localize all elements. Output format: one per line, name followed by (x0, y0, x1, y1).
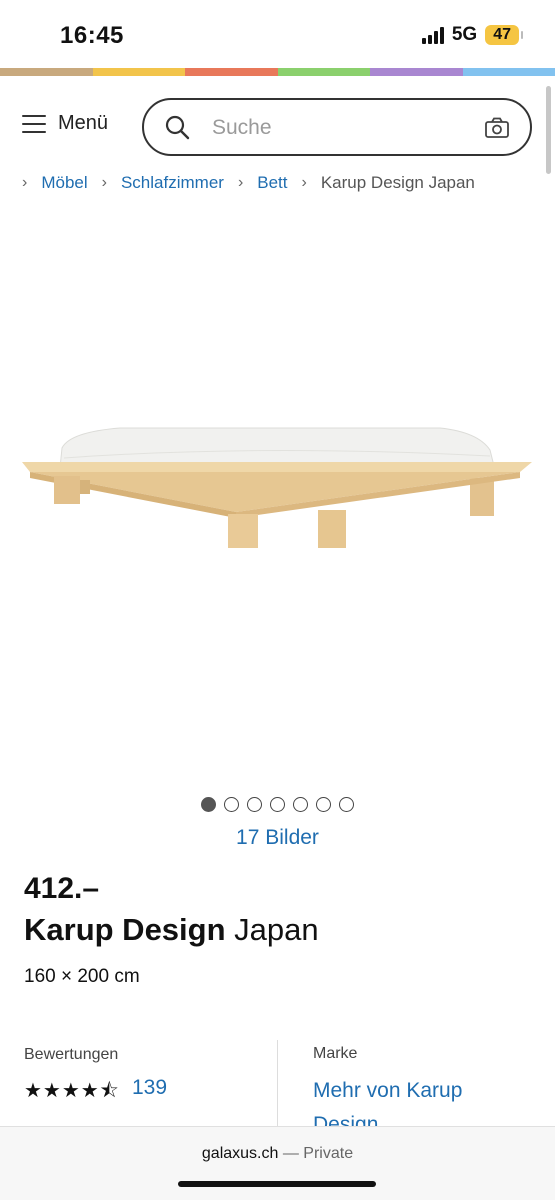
scrollbar[interactable] (546, 86, 551, 174)
breadcrumb-link[interactable]: Bett (257, 173, 287, 193)
product-image[interactable] (0, 200, 555, 780)
search-icon (165, 115, 190, 140)
camera-search-icon[interactable] (484, 116, 510, 140)
menu-button[interactable]: Menü (22, 112, 108, 135)
breadcrumb: › Möbel › Schlafzimmer › Bett › Karup De… (22, 170, 555, 196)
brand-color-strip (0, 68, 555, 76)
brand-more-link[interactable]: Mehr von Karup Design (313, 1074, 533, 1126)
pager-dot[interactable] (247, 797, 262, 812)
home-indicator[interactable] (178, 1181, 376, 1187)
product-model: Japan (234, 912, 319, 947)
search-placeholder: Suche (212, 116, 272, 139)
divider (277, 1040, 278, 1130)
breadcrumb-link[interactable]: Möbel (41, 173, 87, 193)
pager-dot[interactable] (270, 797, 285, 812)
color-segment (370, 68, 463, 76)
color-segment (462, 68, 555, 76)
site-header: Menü Suche (0, 76, 555, 178)
product-price: 412.– (24, 872, 100, 905)
status-indicators: 5G 47 (421, 24, 523, 46)
images-count-link[interactable]: 17 Bilder (0, 826, 555, 850)
gallery-pager (0, 797, 555, 815)
product-dimensions: 160 × 200 cm (24, 966, 140, 987)
product-brand: Karup Design (24, 912, 226, 947)
chevron-right-icon: › (301, 174, 307, 191)
hamburger-icon (22, 114, 46, 133)
pager-dot[interactable] (339, 797, 354, 812)
private-mode-label: — Private (282, 1145, 354, 1162)
color-segment (0, 68, 93, 76)
search-input[interactable]: Suche (142, 98, 532, 156)
signal-icon (421, 26, 444, 44)
color-segment (92, 68, 185, 76)
pager-dot[interactable] (316, 797, 331, 812)
chevron-right-icon: › (101, 174, 107, 191)
pager-dot[interactable] (201, 797, 216, 812)
brand-label: Marke (313, 1045, 358, 1062)
breadcrumb-current: Karup Design Japan (320, 173, 475, 192)
status-bar: 16:45 5G 47 (0, 0, 555, 68)
breadcrumb-link[interactable]: Schlafzimmer (121, 173, 224, 193)
menu-label: Menü (58, 112, 109, 134)
url-domain: galaxus.ch (201, 1145, 279, 1162)
color-segment (185, 68, 278, 76)
color-segment (277, 68, 370, 76)
pager-dot[interactable] (293, 797, 308, 812)
chevron-right-icon: › (22, 174, 28, 191)
chevron-right-icon: › (237, 174, 244, 191)
status-time: 16:45 (60, 22, 124, 49)
network-type: 5G (451, 24, 478, 45)
ratings-label: Bewertungen (24, 1046, 119, 1063)
pager-dot[interactable] (224, 797, 239, 812)
rating-count-link[interactable]: 139 (132, 1076, 167, 1100)
url-display[interactable]: galaxus.ch — Private (0, 1145, 555, 1163)
browser-address-bar[interactable]: galaxus.ch — Private (0, 1126, 555, 1200)
star-rating-icon[interactable]: ★★★★⯪ (24, 1076, 120, 1110)
product-title: Karup Design Japan (24, 912, 319, 948)
battery-icon: 47 (485, 25, 523, 45)
